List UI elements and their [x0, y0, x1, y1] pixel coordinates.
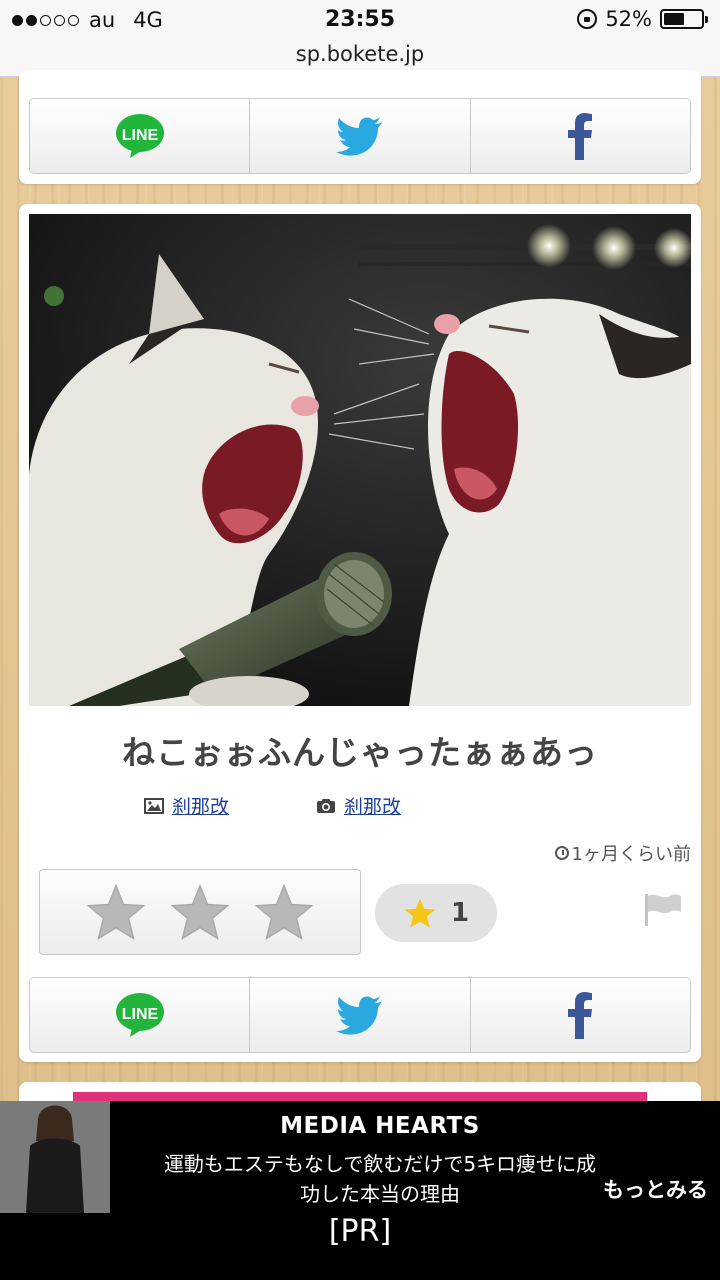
facebook-icon — [568, 992, 593, 1039]
image-author-link[interactable]: 刹那改 — [172, 792, 229, 819]
post-card: ねこぉぉふんじゃったぁぁあっ 刹那改 刹那改 1ヶ月くらい前 1 LINE — [19, 204, 701, 1062]
favorite-count-button[interactable]: 1 — [375, 884, 497, 942]
line-icon: LINE — [115, 993, 164, 1037]
twitter-bird-icon — [335, 996, 382, 1035]
ad-text: 運動もエステもなしで飲むだけで5キロ痩せに成 功した本当の理由 — [130, 1149, 630, 1209]
star-rating-3[interactable] — [254, 883, 314, 941]
star-rating-1[interactable] — [86, 883, 146, 941]
line-share-button[interactable]: LINE — [30, 978, 251, 1052]
ad-text-line-1: 運動もエステもなしで飲むだけで5キロ痩せに成 — [163, 1152, 597, 1176]
twitter-bird-icon — [335, 117, 382, 156]
ad-brand: MEDIA HEARTS — [280, 1113, 480, 1139]
battery-icon — [660, 9, 708, 29]
rotation-lock-icon — [577, 9, 598, 29]
image-credit: 刹那改 — [144, 792, 229, 819]
report-flag-icon[interactable] — [643, 892, 683, 928]
twitter-share-button[interactable] — [250, 978, 471, 1052]
ad-text-line-2: 功した本当の理由 — [300, 1182, 460, 1206]
facebook-icon — [568, 113, 593, 160]
status-bar: au 4G 23:55 52% — [0, 0, 720, 42]
ad-thumbnail — [0, 1101, 110, 1213]
post-caption: ねこぉぉふんじゃったぁぁあっ — [122, 733, 598, 772]
line-icon: LINE — [115, 114, 164, 158]
ad-more-link[interactable]: もっとみる — [603, 1174, 708, 1204]
battery-percent: 52% — [605, 7, 652, 31]
caption-author-link[interactable]: 刹那改 — [344, 792, 401, 819]
line-share-button[interactable]: LINE — [30, 99, 251, 173]
caption-credit: 刹那改 — [316, 792, 401, 819]
rating-stars — [39, 869, 361, 955]
favorite-count: 1 — [450, 898, 470, 928]
facebook-share-button[interactable] — [471, 978, 690, 1052]
camera-icon — [317, 798, 335, 813]
share-bar: LINE — [29, 977, 691, 1053]
post-timestamp: 1ヶ月くらい前 — [554, 840, 691, 866]
facebook-share-button[interactable] — [471, 99, 690, 173]
share-bar: LINE — [29, 98, 691, 174]
star-rating-2[interactable] — [170, 883, 230, 941]
clock-icon — [554, 846, 569, 860]
previous-post-card: LINE — [19, 70, 701, 184]
svg-text:LINE: LINE — [121, 127, 158, 144]
twitter-share-button[interactable] — [250, 99, 471, 173]
pr-label: [PR] — [0, 1213, 720, 1280]
post-photo[interactable] — [29, 214, 691, 706]
svg-text:LINE: LINE — [121, 1006, 158, 1023]
ad-banner[interactable]: MEDIA HEARTS 運動もエステもなしで飲むだけで5キロ痩せに成 功した本… — [0, 1101, 720, 1213]
posted-ago-label: 1ヶ月くらい前 — [571, 844, 691, 865]
image-icon — [144, 797, 164, 814]
gold-star-icon — [404, 898, 436, 928]
